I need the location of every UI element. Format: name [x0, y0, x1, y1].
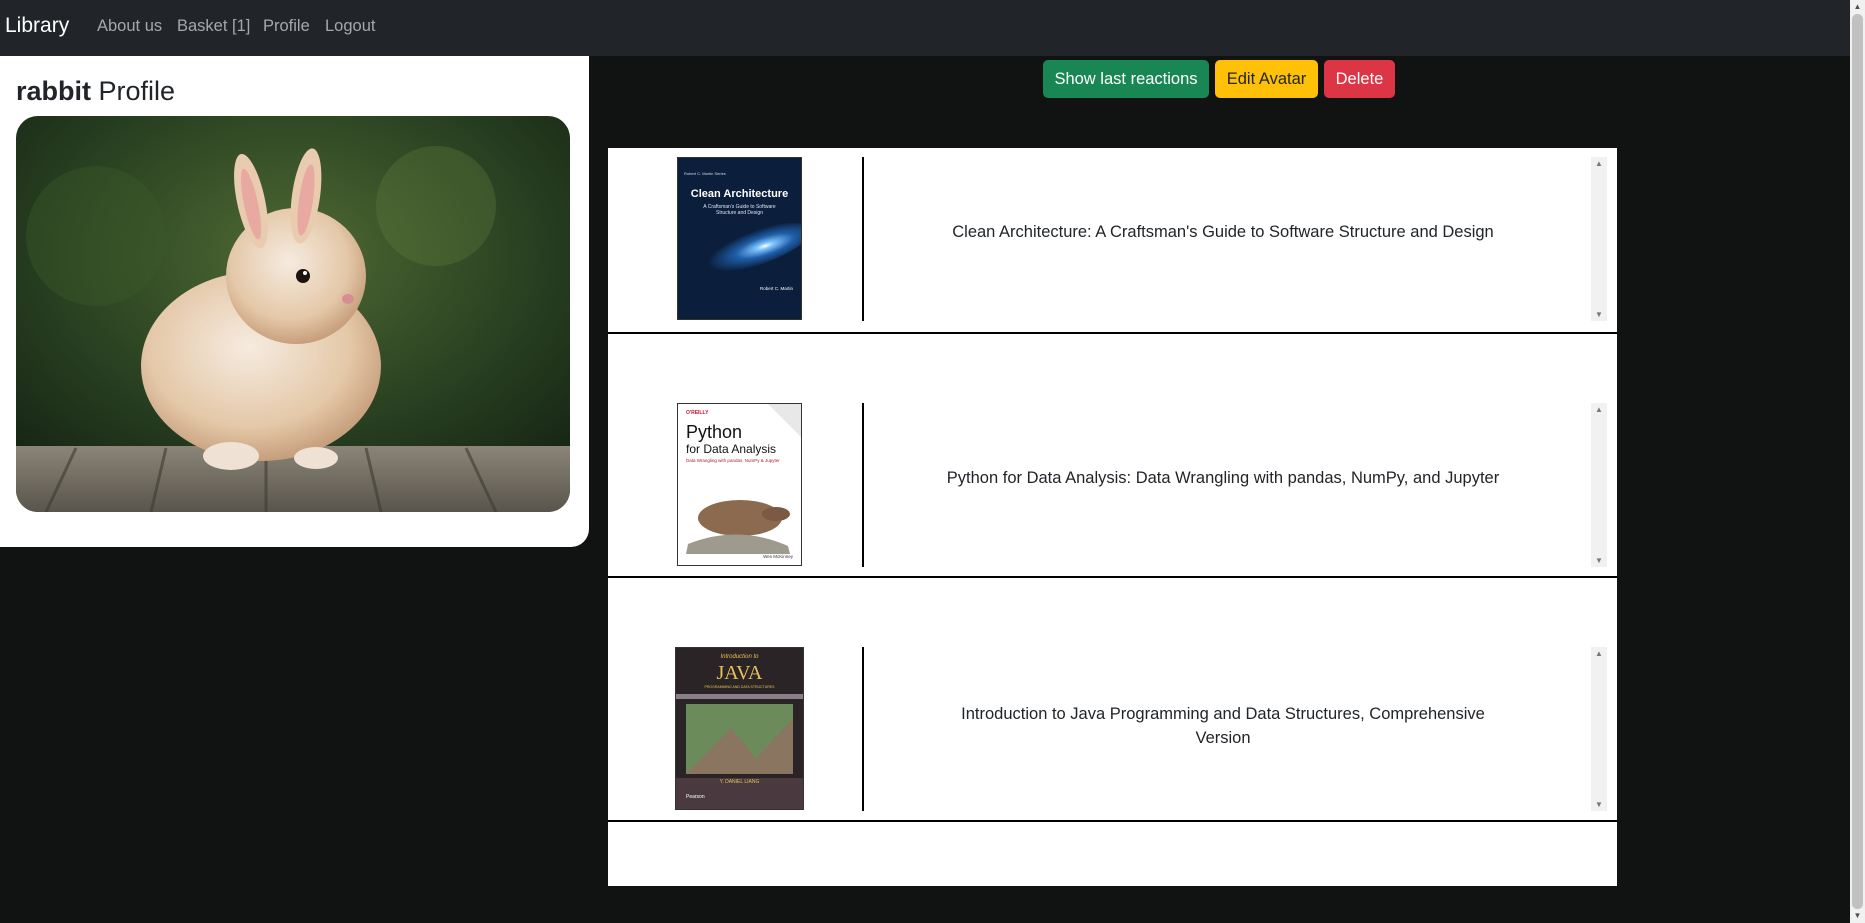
row-divider: [862, 157, 864, 321]
nav-about-us[interactable]: About us: [97, 17, 162, 36]
nav-logout[interactable]: Logout: [325, 17, 375, 36]
cover-heading: JAVA: [716, 662, 763, 684]
profile-username: rabbit: [16, 76, 92, 106]
profile-card: rabbit Profile: [0, 56, 589, 547]
edit-avatar-button[interactable]: Edit Avatar: [1215, 60, 1318, 98]
row-scroll-down-icon[interactable]: ▼: [1591, 556, 1607, 565]
row-scrollbar[interactable]: ▲ ▼: [1591, 157, 1607, 321]
profile-title-suffix: Profile: [91, 76, 176, 106]
nav-profile[interactable]: Profile: [263, 17, 310, 36]
avatar-image: [16, 116, 570, 512]
nav-basket[interactable]: Basket [1]: [177, 17, 250, 36]
cover-heading: Clean Architecture: [690, 188, 789, 200]
row-scroll-up-icon[interactable]: ▲: [1591, 405, 1607, 414]
show-last-reactions-button[interactable]: Show last reactions: [1043, 60, 1209, 98]
cover-heading-2: for Data Analysis: [686, 442, 777, 456]
cover-subtitle: Data Wrangling with pandas, NumPy & Jupy…: [686, 458, 780, 463]
cover-author: Wes McKinney: [763, 554, 793, 559]
row-scrollbar[interactable]: ▲ ▼: [1591, 403, 1607, 567]
row-divider: [862, 403, 864, 567]
cover-publisher: Pearson: [686, 794, 705, 800]
cover-publisher: O'REILLY: [686, 410, 709, 416]
book-list: Robert C. Martin Series Clean Architectu…: [608, 148, 1617, 886]
cover-series-text: Robert C. Martin Series: [684, 171, 726, 176]
book-cover-python-data-analysis[interactable]: O'REILLY Python for Data Analysis Data W…: [677, 403, 802, 566]
row-scrollbar[interactable]: ▲ ▼: [1591, 647, 1607, 811]
cover-subtitle: A Craftsman's Guide to Software Structur…: [703, 204, 776, 216]
cover-heading: Python: [686, 422, 743, 442]
book-row[interactable]: O'REILLY Python for Data Analysis Data W…: [608, 332, 1617, 578]
book-row[interactable]: Robert C. Martin Series Clean Architectu…: [608, 148, 1617, 334]
profile-title: rabbit Profile: [16, 76, 175, 107]
row-scroll-down-icon[interactable]: ▼: [1591, 800, 1607, 809]
book-cover-clean-architecture[interactable]: Robert C. Martin Series Clean Architectu…: [677, 157, 802, 320]
book-cover-intro-java[interactable]: Introduction to JAVA PROGRAMMING AND DAT…: [675, 647, 804, 810]
cover-sub: PROGRAMMING AND DATA STRUCTURES: [704, 685, 775, 689]
cover-author: Robert C. Martin: [759, 286, 793, 291]
book-title: Clean Architecture: A Craftsman's Guide …: [952, 223, 1494, 241]
top-navbar: Library About us Basket [1] Profile Logo…: [0, 0, 1850, 56]
cover-author: Y. DANIEL LIANG: [719, 779, 760, 785]
scroll-down-arrow-icon[interactable]: ▼: [1850, 909, 1865, 923]
cover-intro: Introduction to: [720, 654, 759, 660]
page-scrollbar[interactable]: ▲ ▼: [1850, 0, 1865, 923]
book-title: Introduction to Java Programming and Dat…: [961, 705, 1485, 747]
scroll-up-arrow-icon[interactable]: ▲: [1850, 0, 1865, 14]
row-scroll-up-icon[interactable]: ▲: [1591, 649, 1607, 658]
book-row[interactable]: Introduction to JAVA PROGRAMMING AND DAT…: [608, 576, 1617, 822]
scrollbar-thumb[interactable]: [1852, 14, 1863, 909]
book-title: Python for Data Analysis: Data Wrangling…: [946, 469, 1500, 487]
delete-button[interactable]: Delete: [1324, 60, 1395, 98]
brand-link[interactable]: Library: [5, 14, 69, 38]
row-scroll-up-icon[interactable]: ▲: [1591, 159, 1607, 168]
row-scroll-down-icon[interactable]: ▼: [1591, 310, 1607, 319]
row-divider: [862, 647, 864, 811]
